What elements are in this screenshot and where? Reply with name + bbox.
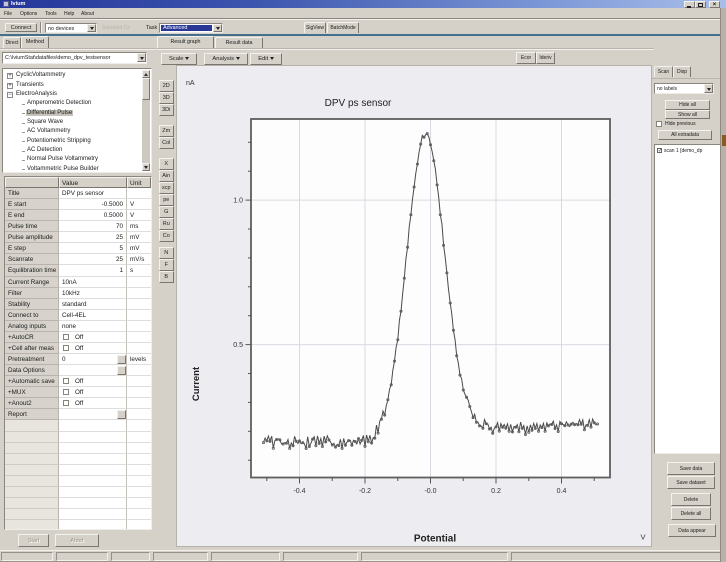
- svg-text:-0.4: -0.4: [293, 488, 305, 495]
- svg-text:0.4: 0.4: [557, 488, 567, 495]
- svg-text:V: V: [640, 533, 645, 542]
- svg-text:Current: Current: [191, 366, 202, 401]
- svg-text:0.5: 0.5: [233, 342, 243, 349]
- svg-text:nA: nA: [186, 80, 195, 87]
- svg-text:-0.2: -0.2: [359, 488, 371, 495]
- svg-text:1.0: 1.0: [233, 198, 243, 205]
- svg-text:Potential: Potential: [414, 534, 456, 545]
- svg-text:0.2: 0.2: [491, 488, 501, 495]
- svg-text:DPV ps sensor: DPV ps sensor: [325, 98, 392, 109]
- svg-text:-0.0: -0.0: [424, 488, 436, 495]
